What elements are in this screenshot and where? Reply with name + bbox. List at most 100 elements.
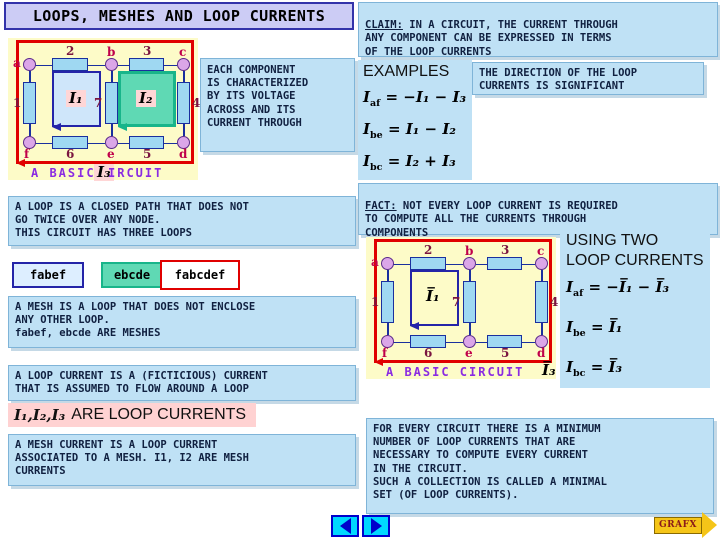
- wire-a-2: [35, 64, 53, 67]
- c2-wire-4-d: [541, 322, 543, 335]
- fact-label: FACT:: [365, 200, 397, 213]
- panel-loop-definition: A LOOP IS A CLOSED PATH THAT DOES NOT GO…: [8, 196, 356, 246]
- loop-current-I2-symbol: I₂: [136, 90, 156, 107]
- c2-component-label-6: 6: [424, 346, 433, 360]
- c2-loop-current-I3-symbol: I̅₃: [542, 361, 556, 379]
- c2-wire-f-6: [393, 341, 411, 344]
- c2-resistor-1: [381, 281, 394, 323]
- eq1-sub: af: [370, 98, 381, 109]
- previous-slide-button[interactable]: [331, 515, 359, 537]
- example-equation-1: Iaf = −I₁ − I₃: [363, 90, 466, 109]
- c2-node-b: [463, 257, 476, 270]
- circuit-2-caption: A BASIC CIRCUIT: [386, 365, 525, 379]
- panel-mesh-definition: A MESH IS A LOOP THAT DOES NOT ENCLOSE A…: [8, 296, 356, 348]
- node-a: [23, 58, 36, 71]
- using-two-loop-currents-panel: USING TWO LOOP CURRENTS Iaf = −I̅₁ − I̅₃…: [560, 228, 710, 388]
- c2-component-label-2: 2: [424, 243, 433, 257]
- u-eq3-lhs: I: [566, 358, 574, 376]
- c2-node-c: [535, 257, 548, 270]
- page-title: LOOPS, MESHES AND LOOP CURRENTS: [4, 2, 354, 30]
- c2-resistor-2: [410, 257, 446, 270]
- node-label-a: a: [13, 56, 21, 70]
- component-label-5: 5: [143, 147, 152, 161]
- examples-panel: EXAMPLES Iaf = −I₁ − I₃ Ibe = I₁ − I₂ Ib…: [358, 60, 472, 180]
- component-label-6: 6: [66, 147, 75, 161]
- panel-claim: CLAIM: IN A CIRCUIT, THE CURRENT THROUGH…: [358, 2, 718, 58]
- u-eq3-rhs: = I̅₃: [590, 358, 623, 376]
- circuit-diagram-1-wrapper: a b c d e f 1 2 3 4 5 6 7 I₁ I₂ I₃ A BAS…: [8, 38, 200, 181]
- panel-direction-significant: THE DIRECTION OF THE LOOP CURRENTS IS SI…: [472, 62, 704, 95]
- c2-component-label-1: 1: [371, 295, 380, 309]
- c2-wire-5-d: [521, 341, 535, 344]
- example-equation-2: Ibe = I₁ − I₂: [363, 122, 456, 141]
- using-two-equation-2: Ibe = I̅₁: [566, 320, 622, 339]
- node-label-c: c: [179, 45, 187, 59]
- component-label-2: 2: [66, 44, 75, 58]
- u-eq1-sub: af: [573, 288, 584, 299]
- c2-component-label-7: 7: [452, 295, 461, 309]
- loop3-rail-top: [16, 40, 194, 43]
- grafx-logo-arrowhead: [702, 512, 718, 538]
- resistor-3: [129, 58, 164, 71]
- c2-wire-6-e: [445, 341, 463, 344]
- node-label-d: d: [179, 147, 188, 161]
- node-label-e: e: [107, 147, 115, 161]
- using-two-equation-1: Iaf = −I̅₁ − I̅₃: [566, 280, 669, 299]
- node-label-f: f: [24, 147, 30, 161]
- grafx-logo: GRAFX: [654, 512, 718, 538]
- wire-7-e: [111, 123, 113, 136]
- panel-loop-current-definition: A LOOP CURRENT IS A (FICTICIOUS) CURRENT…: [8, 365, 356, 401]
- loop-currents-text: ARE LOOP CURRENTS: [71, 406, 247, 423]
- eq3-rhs: = I₂ + I₃: [387, 152, 456, 170]
- resistor-1: [23, 82, 36, 124]
- wire-1-f: [29, 123, 31, 136]
- resistor-4: [177, 82, 190, 124]
- circuit-diagram-2-wrapper: a b c d e f 1 2 3 4 5 6 7 I̅₁ I̅₃ A BASI…: [366, 237, 559, 379]
- loop-currents-highlight-line: I₁,I₂,I₃ ARE LOOP CURRENTS: [8, 403, 256, 427]
- u-eq2-sub: be: [573, 328, 586, 339]
- loop-chip-fabef[interactable]: fabef: [12, 262, 84, 288]
- wire-2-b: [87, 64, 105, 67]
- loop-chip-fabcdef[interactable]: fabcdef: [160, 260, 240, 290]
- loop-currents-symbols: I₁,I₂,I₃: [14, 406, 66, 424]
- c2-node-label-d: d: [537, 346, 546, 360]
- grafx-logo-text: GRAFX: [659, 520, 698, 530]
- eq3-lhs: I: [363, 152, 371, 170]
- node-c: [177, 58, 190, 71]
- node-label-b: b: [107, 45, 116, 59]
- panel-mesh-current-definition: A MESH CURRENT IS A LOOP CURRENT ASSOCIA…: [8, 434, 356, 486]
- circuit2-loop3-rail-bottom: [380, 360, 552, 363]
- wire-3-c: [163, 64, 177, 67]
- wire-f-6: [35, 142, 53, 145]
- eq2-sub: be: [370, 130, 383, 141]
- c2-wire-7-e: [469, 322, 471, 335]
- u-eq1-lhs: I: [566, 278, 574, 296]
- u-eq1-rhs: = −I̅₁ − I̅₃: [588, 278, 670, 296]
- c2-loop-current-I1-symbol: I̅₁: [426, 287, 440, 305]
- wire-4-d: [183, 123, 185, 136]
- panel-component-characterized: EACH COMPONENT IS CHARACTERIZED BY ITS V…: [200, 58, 355, 152]
- c2-component-label-4: 4: [550, 295, 559, 309]
- eq1-lhs: I: [363, 88, 371, 106]
- component-label-3: 3: [143, 44, 152, 58]
- c2-resistor-3: [487, 257, 522, 270]
- loop-current-I1-symbol: I₁: [66, 90, 86, 107]
- resistor-7: [105, 82, 118, 124]
- claim-text: IN A CIRCUIT, THE CURRENT THROUGH ANY CO…: [365, 19, 618, 58]
- c2-component-label-5: 5: [501, 346, 510, 360]
- c2-node-a: [381, 257, 394, 270]
- u-eq3-sub: bc: [573, 368, 586, 379]
- component-label-1: 1: [13, 96, 22, 110]
- loop1-arrow: [52, 123, 61, 131]
- eq2-lhs: I: [363, 120, 371, 138]
- next-slide-button[interactable]: [362, 515, 390, 537]
- using-two-heading: USING TWO LOOP CURRENTS: [566, 232, 704, 269]
- c2-node-label-e: e: [465, 346, 473, 360]
- c2-node-label-a: a: [371, 255, 379, 269]
- eq2-rhs: = I₁ − I₂: [387, 120, 456, 138]
- u-eq2-rhs: = I̅₁: [590, 318, 623, 336]
- eq1-rhs: = −I₁ − I₃: [385, 88, 467, 106]
- panel-minimal-set: FOR EVERY CIRCUIT THERE IS A MINIMUM NUM…: [366, 418, 714, 514]
- loop-chip-ebcde[interactable]: ebcde: [101, 262, 163, 288]
- chevron-left-icon: [339, 518, 351, 534]
